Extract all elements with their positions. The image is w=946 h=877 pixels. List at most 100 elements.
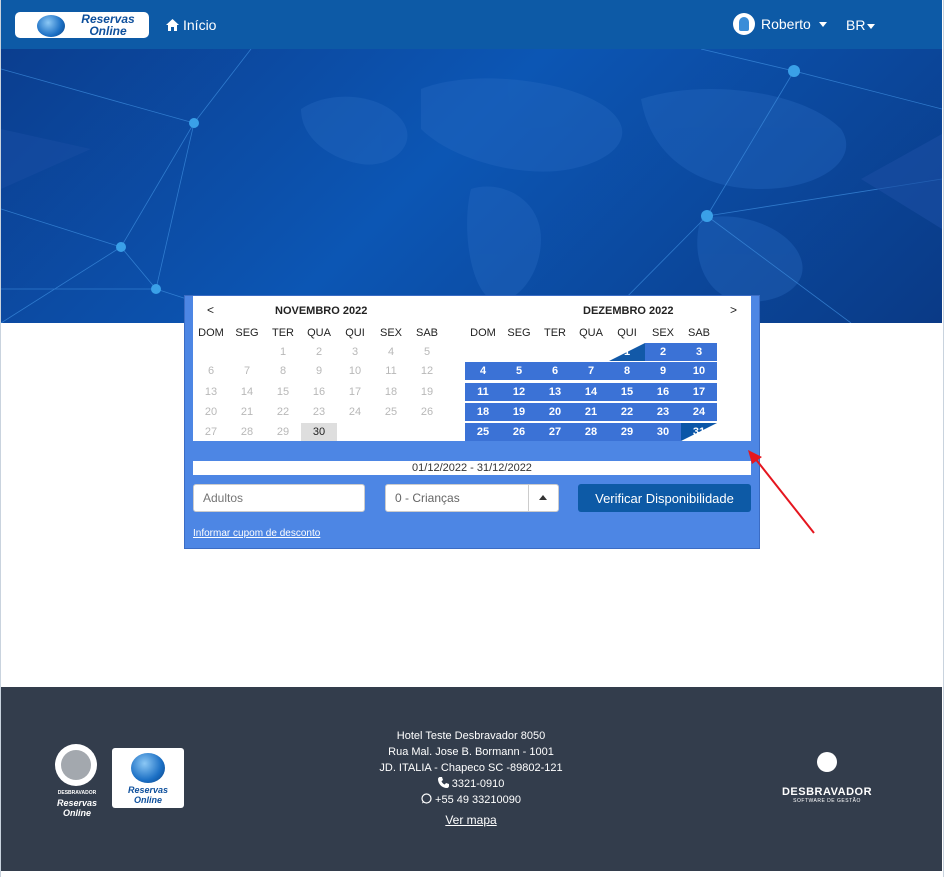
- calendar-day[interactable]: 10: [681, 362, 717, 380]
- check-availability-button[interactable]: Verificar Disponibilidade: [578, 484, 751, 512]
- calendar-day: 11: [385, 365, 397, 377]
- reservas-online-logo[interactable]: Reservas Online: [15, 12, 149, 38]
- calendar-day[interactable]: 4: [465, 362, 501, 380]
- weekday-header: TER: [544, 327, 566, 339]
- calendar-day[interactable]: 21: [573, 403, 609, 421]
- calendar-day[interactable]: 8: [609, 362, 645, 380]
- network-map-graphic: [1, 49, 942, 323]
- calendar-day: 2: [315, 346, 323, 358]
- calendar-day: 10: [348, 365, 362, 377]
- adults-input[interactable]: [193, 484, 365, 512]
- calendar-day[interactable]: 30: [645, 423, 681, 441]
- calendar-day[interactable]: 14: [573, 383, 609, 401]
- language-menu[interactable]: BR: [846, 17, 876, 33]
- weekday-header: SEX: [651, 327, 674, 339]
- hero-banner: [1, 49, 942, 323]
- weekday-header: TER: [272, 327, 294, 339]
- hotel-name: Hotel Teste Desbravador 8050: [396, 730, 546, 742]
- calendar-day[interactable]: 13: [537, 383, 573, 401]
- calendar-day: 29: [276, 426, 290, 438]
- calendar-day: 15: [276, 386, 290, 398]
- calendar-day[interactable]: 25: [465, 423, 501, 441]
- phone-icon: [437, 777, 449, 788]
- calendar-day[interactable]: 7: [573, 362, 609, 380]
- phone-row: 3321-0910: [341, 776, 601, 792]
- calendar-day[interactable]: 11: [465, 383, 501, 401]
- view-map-link[interactable]: Ver mapa: [445, 812, 496, 828]
- calendar-day: 18: [384, 386, 398, 398]
- user-menu[interactable]: Roberto: [733, 13, 827, 35]
- month-title: DEZEMBRO 2022: [583, 305, 674, 317]
- dropdown-toggle-icon[interactable]: [528, 485, 558, 511]
- next-month-button[interactable]: >: [730, 303, 737, 317]
- calendar-day[interactable]: 12: [501, 383, 537, 401]
- calendar-day: 21: [240, 406, 254, 418]
- calendar-day: 13: [204, 386, 218, 398]
- children-value: 0 - Crianças: [395, 491, 460, 505]
- logo-line2: Reservas: [56, 798, 98, 808]
- calendar-day: 3: [351, 346, 359, 358]
- address-line1: Rua Mal. Jose B. Bormann - 1001: [388, 746, 554, 758]
- footer: DESBRAVADOR Reservas Online Reservas Onl…: [1, 687, 942, 871]
- calendar-day[interactable]: 15: [609, 383, 645, 401]
- logo-line1: DESBRAVADOR: [57, 790, 97, 796]
- globe-icon: [131, 753, 165, 783]
- weekday-header: SEG: [235, 327, 259, 339]
- calendar-day[interactable]: 22: [609, 403, 645, 421]
- calendar-day: 1: [279, 346, 287, 358]
- calendar-day[interactable]: 27: [537, 423, 573, 441]
- calendar-day[interactable]: 6: [537, 362, 573, 380]
- calendar-day: 7: [243, 365, 251, 377]
- calendar-day[interactable]: 19: [501, 403, 537, 421]
- calendar-day: 23: [312, 406, 326, 418]
- address-line2: JD. ITALIA - Chapeco SC -89802-121: [379, 762, 563, 774]
- brand-name: DESBRAVADOR: [781, 786, 873, 798]
- calendar-day[interactable]: 1: [609, 343, 645, 361]
- selected-date-range[interactable]: 01/12/2022 - 31/12/2022: [193, 461, 751, 475]
- calendar-day[interactable]: 28: [573, 423, 609, 441]
- calendar-day[interactable]: 2: [645, 343, 681, 361]
- home-link[interactable]: Início: [166, 17, 216, 33]
- calendar-day[interactable]: 5: [501, 362, 537, 380]
- whatsapp-row: +55 49 33210090: [341, 792, 601, 808]
- brand-tagline: SOFTWARE DE GESTÃO: [793, 798, 861, 804]
- calendar-day: 22: [276, 406, 290, 418]
- weekday-header: QUI: [345, 327, 365, 339]
- desbravador-brand-logo: DESBRAVADOR SOFTWARE DE GESTÃO: [779, 752, 875, 804]
- calendar-day[interactable]: 31: [681, 423, 717, 441]
- logo-line1: Reservas: [127, 785, 169, 795]
- coupon-link[interactable]: Informar cupom de desconto: [193, 528, 320, 539]
- whatsapp-number: +55 49 33210090: [435, 794, 521, 806]
- calendar-day[interactable]: 18: [465, 403, 501, 421]
- calendar-day[interactable]: 24: [681, 403, 717, 421]
- calendar-day[interactable]: 26: [501, 423, 537, 441]
- calendar-day[interactable]: 30: [301, 423, 337, 441]
- phone-number: 3321-0910: [451, 778, 505, 790]
- children-select[interactable]: 0 - Crianças: [385, 484, 559, 512]
- hotel-info: Hotel Teste Desbravador 8050 Rua Mal. Jo…: [341, 728, 601, 829]
- bottom-strip: [1, 871, 942, 877]
- logo-line2: Online: [89, 24, 127, 38]
- calendar-day[interactable]: 3: [681, 343, 717, 361]
- calendar-december: DEZEMBRO 2022 > DOM SEG TER QUA QUI SEX SAB 1 2 3…: [465, 296, 751, 441]
- calendar-day[interactable]: 20: [537, 403, 573, 421]
- desbravador-reservas-logo: DESBRAVADOR Reservas Online: [53, 742, 101, 818]
- calendar-day: 8: [279, 365, 287, 377]
- weekday-header: SAB: [687, 327, 710, 339]
- weekday-header: DOM: [470, 327, 496, 339]
- weekday-header: SEX: [379, 327, 402, 339]
- calendar-day[interactable]: 17: [681, 383, 717, 401]
- calendar-day[interactable]: 9: [645, 362, 681, 380]
- weekday-header: QUA: [307, 327, 331, 339]
- calendar-day[interactable]: 23: [645, 403, 681, 421]
- calendar-day[interactable]: 16: [645, 383, 681, 401]
- calendar-day: 20: [204, 406, 218, 418]
- calendar-november: < NOVEMBRO 2022 DOM SEG TER QUA QUI SEX SAB 1 2 3…: [193, 296, 465, 441]
- weekday-header: SEG: [507, 327, 531, 339]
- calendar-day: 26: [420, 406, 434, 418]
- weekday-header: DOM: [198, 327, 224, 339]
- calendar-day: 17: [348, 386, 362, 398]
- prev-month-button[interactable]: <: [207, 303, 214, 317]
- user-avatar-icon: [733, 13, 755, 35]
- calendar-day[interactable]: 29: [609, 423, 645, 441]
